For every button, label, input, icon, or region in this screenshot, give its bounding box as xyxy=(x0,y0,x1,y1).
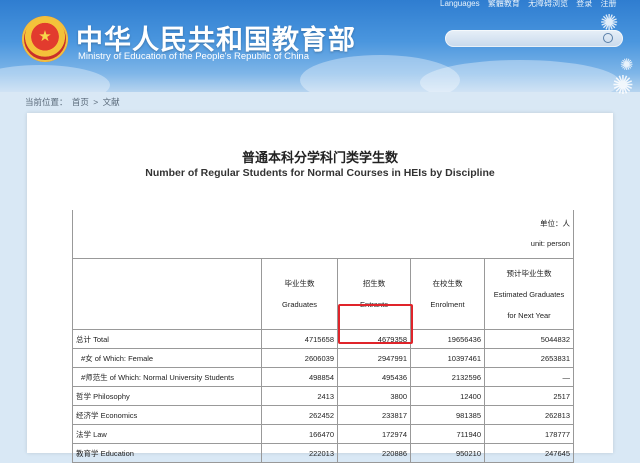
table-cell: 981385 xyxy=(410,405,485,425)
nav-login[interactable]: 登录 xyxy=(576,0,592,8)
page-title: 普通本科分学科门类学生数 xyxy=(241,151,398,166)
row-label: #师范生 of Which: Normal University Student… xyxy=(72,367,262,387)
national-emblem-icon[interactable]: ★ xyxy=(22,16,68,62)
site-name-en: Ministry of Education of the People's Re… xyxy=(78,51,309,62)
unit-en: unit: person xyxy=(530,239,570,248)
table-cell: 4715658 xyxy=(261,329,338,349)
nav-register[interactable]: 注册 xyxy=(601,0,617,8)
nav-languages[interactable]: Languages xyxy=(440,0,480,8)
column-header-graduates: 毕业生数 Graduates xyxy=(261,258,338,330)
dandelion-icon: ✺ xyxy=(600,10,619,35)
table-cell: 222013 xyxy=(261,443,338,463)
column-header-en: Graduates xyxy=(281,300,318,309)
table-cell: 5044832 xyxy=(484,329,574,349)
table-cell: 233817 xyxy=(337,405,411,425)
breadcrumb: 当前位置： 首页 > 文献 xyxy=(25,96,122,108)
table-cell: 950210 xyxy=(410,443,485,463)
table-cell: 498854 xyxy=(261,367,338,387)
unit-cn: 单位：人 xyxy=(540,219,570,228)
header-cloud xyxy=(0,65,110,92)
unit-row: 单位：人 unit: person xyxy=(72,210,574,259)
breadcrumb-home[interactable]: 首页 xyxy=(72,97,89,107)
table-cell: 12400 xyxy=(410,386,485,406)
column-header-cn: 在校生数 xyxy=(432,279,463,288)
column-header-en: Estimated Graduates xyxy=(493,289,565,299)
dandelion-icon: ✺ xyxy=(612,70,634,100)
table-cell: 3800 xyxy=(337,386,411,406)
row-label: 经济学 Economics xyxy=(72,405,262,425)
table-cell: 247645 xyxy=(484,443,574,463)
table-cell: 220886 xyxy=(337,443,411,463)
table-cell: 2413 xyxy=(261,386,338,406)
table-row: #师范生 of Which: Normal University Student… xyxy=(72,367,574,387)
column-header-en: Enrolment xyxy=(430,300,465,309)
table-row: 教育学 Education 222013 220886 950210 24764… xyxy=(72,443,574,463)
highlight-box xyxy=(338,304,413,344)
student-stats-table: 单位：人 unit: person 毕业生数 Graduates 招生数 Ent… xyxy=(72,210,574,463)
search-input[interactable] xyxy=(445,30,623,47)
breadcrumb-current[interactable]: 文献 xyxy=(103,97,120,107)
page-subtitle: Number of Regular Students for Normal Co… xyxy=(145,167,495,179)
table-row: 法学 Law 166470 172974 711940 178777 xyxy=(72,424,574,444)
nav-traditional[interactable]: 繁體教育 xyxy=(488,0,520,8)
table-cell: — xyxy=(484,367,574,387)
column-header-enrolment: 在校生数 Enrolment xyxy=(410,258,485,330)
site-header: ★ 中华人民共和国教育部 Ministry of Education of th… xyxy=(0,0,640,92)
column-header-cn: 毕业生数 xyxy=(284,279,315,288)
row-label: #女 of Which: Female xyxy=(72,348,262,368)
row-label: 教育学 Education xyxy=(72,443,262,463)
table-header-row: 毕业生数 Graduates 招生数 Entrants 在校生数 Enrolme… xyxy=(72,258,574,330)
table-row: #女 of Which: Female 2606039 2947991 1039… xyxy=(72,348,574,368)
table-cell: 10397461 xyxy=(410,348,485,368)
table-row: 哲学 Philosophy 2413 3800 12400 2517 xyxy=(72,386,574,406)
table-cell: 262452 xyxy=(261,405,338,425)
table-cell: 19656436 xyxy=(410,329,485,349)
header-blank xyxy=(72,258,262,330)
row-label: 哲学 Philosophy xyxy=(72,386,262,406)
table-cell: 2947991 xyxy=(337,348,411,368)
star-icon: ★ xyxy=(38,28,52,45)
top-nav: Languages 繁體教育 无障碍浏览 登录 注册 xyxy=(440,0,623,9)
breadcrumb-separator: > xyxy=(93,97,99,107)
column-header-cn: 预计毕业生数 xyxy=(506,268,552,278)
header-cloud xyxy=(420,60,620,92)
nav-accessibility[interactable]: 无障碍浏览 xyxy=(528,0,568,8)
table-cell: 262813 xyxy=(484,405,574,425)
table-cell: 178777 xyxy=(484,424,574,444)
row-label: 法学 Law xyxy=(72,424,262,444)
table-row: 总计 Total 4715658 4679358 19656436 504483… xyxy=(72,329,574,349)
column-header-en: for Next Year xyxy=(507,310,551,320)
table-cell: 495436 xyxy=(337,367,411,387)
column-header-cn: 招生数 xyxy=(362,279,386,288)
table-cell: 2132596 xyxy=(410,367,485,387)
table-cell: 2606039 xyxy=(261,348,338,368)
breadcrumb-prefix: 当前位置： xyxy=(25,97,68,107)
table-row: 经济学 Economics 262452 233817 981385 26281… xyxy=(72,405,574,425)
unit-cell: 单位：人 unit: person xyxy=(72,210,574,259)
table-cell: 2653831 xyxy=(484,348,574,368)
table-cell: 2517 xyxy=(484,386,574,406)
row-label: 总计 Total xyxy=(72,329,262,349)
table-cell: 711940 xyxy=(410,424,485,444)
table-cell: 166470 xyxy=(261,424,338,444)
column-header-estimated-graduates: 预计毕业生数 Estimated Graduates for Next Year xyxy=(484,258,574,330)
table-cell: 172974 xyxy=(337,424,411,444)
